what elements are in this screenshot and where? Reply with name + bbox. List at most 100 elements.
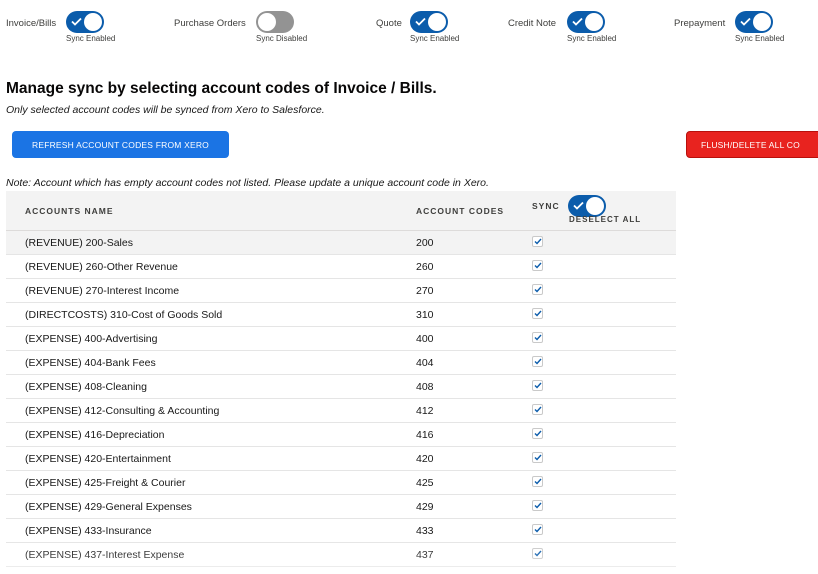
table-row: (EXPENSE) 412-Consulting & Accounting 41…	[6, 399, 676, 423]
table-row: (EXPENSE) 420-Entertainment 420	[6, 447, 676, 471]
sync-checkbox[interactable]	[532, 308, 543, 319]
checkmark-icon	[534, 286, 542, 293]
sync-checkbox[interactable]	[532, 404, 543, 415]
checkmark-icon	[534, 526, 542, 533]
sync-checkbox[interactable]	[532, 260, 543, 271]
account-code-cell: 412	[416, 405, 434, 417]
account-name-cell: (DIRECTCOSTS) 310-Cost of Goods Sold	[25, 309, 223, 321]
check-icon	[71, 17, 82, 26]
checkmark-icon	[534, 358, 542, 365]
page-title: Manage sync by selecting account codes o…	[6, 80, 437, 97]
page-subtitle: Only selected account codes will be sync…	[6, 104, 325, 116]
checkmark-icon	[534, 454, 542, 461]
account-name-cell: (EXPENSE) 404-Bank Fees	[25, 357, 156, 369]
deselect-all-link[interactable]: DESELECT ALL	[569, 215, 641, 224]
account-name-cell: (REVENUE) 200-Sales	[25, 237, 133, 249]
account-name-cell: (EXPENSE) 425-Freight & Courier	[25, 477, 186, 489]
sync-checkbox[interactable]	[532, 332, 543, 343]
checkmark-icon	[534, 334, 542, 341]
table-row: (EXPENSE) 429-General Expenses 429	[6, 495, 676, 519]
sync-status-credit-note: Sync Enabled	[567, 34, 617, 43]
credit-note-sync-toggle[interactable]	[567, 11, 605, 33]
sync-label-credit-note: Credit Note	[508, 18, 557, 29]
account-name-cell: (EXPENSE) 412-Consulting & Accounting	[25, 405, 220, 417]
account-code-cell: 400	[416, 333, 434, 345]
account-name-cell: (EXPENSE) 416-Depreciation	[25, 429, 165, 441]
sync-status-quote: Sync Enabled	[410, 34, 460, 43]
sync-toggle-bar: Invoice/Bills Sync Enabled Purchase Orde…	[0, 0, 818, 48]
column-header-sync: SYNC	[532, 201, 560, 211]
checkmark-icon	[534, 550, 542, 557]
table-row: (EXPENSE) 416-Depreciation 416	[6, 423, 676, 447]
account-name-cell: (EXPENSE) 433-Insurance	[25, 525, 152, 537]
note-text: Note: Account which has empty account co…	[6, 177, 489, 189]
table-row: (EXPENSE) 425-Freight & Courier 425	[6, 471, 676, 495]
check-icon	[573, 201, 584, 210]
checkmark-icon	[534, 382, 542, 389]
sync-checkbox[interactable]	[532, 428, 543, 439]
account-code-cell: 310	[416, 309, 434, 321]
table-row: (EXPENSE) 400-Advertising 400	[6, 327, 676, 351]
check-icon	[415, 17, 426, 26]
account-code-cell: 437	[416, 549, 434, 561]
account-name-cell: (EXPENSE) 429-General Expenses	[25, 501, 192, 513]
sync-checkbox[interactable]	[532, 500, 543, 511]
sync-status-purchase-orders: Sync Disabled	[256, 34, 308, 43]
checkmark-icon	[534, 478, 542, 485]
account-code-cell: 260	[416, 261, 434, 273]
toggle-knob	[586, 197, 604, 215]
column-header-accounts-name: ACCOUNTS NAME	[25, 206, 114, 216]
account-code-cell: 429	[416, 501, 434, 513]
checkmark-icon	[534, 262, 542, 269]
account-code-cell: 270	[416, 285, 434, 297]
column-header-account-codes: ACCOUNT CODES	[416, 206, 505, 216]
prepayment-sync-toggle[interactable]	[735, 11, 773, 33]
sync-checkbox[interactable]	[532, 524, 543, 535]
sync-label-quote: Quote	[376, 18, 402, 29]
sync-label-prepayment: Prepayment	[674, 18, 726, 29]
toggle-knob	[753, 13, 771, 31]
sync-checkbox[interactable]	[532, 548, 543, 559]
account-code-cell: 433	[416, 525, 434, 537]
checkmark-icon	[534, 406, 542, 413]
purchase-orders-sync-toggle[interactable]	[256, 11, 294, 33]
table-body: (REVENUE) 200-Sales 200 (REVENUE) 260-Ot…	[6, 231, 676, 567]
account-code-cell: 425	[416, 477, 434, 489]
sync-label-purchase-orders: Purchase Orders	[174, 18, 246, 29]
account-code-cell: 416	[416, 429, 434, 441]
sync-checkbox[interactable]	[532, 380, 543, 391]
toggle-knob	[585, 13, 603, 31]
account-name-cell: (REVENUE) 270-Interest Income	[25, 285, 180, 297]
account-name-cell: (REVENUE) 260-Other Revenue	[25, 261, 178, 273]
sync-checkbox[interactable]	[532, 476, 543, 487]
table-row: (REVENUE) 200-Sales 200	[6, 231, 676, 255]
sync-checkbox[interactable]	[532, 284, 543, 295]
table-row: (EXPENSE) 408-Cleaning 408	[6, 375, 676, 399]
flush-delete-all-button[interactable]: FLUSH/DELETE ALL CO	[686, 131, 818, 158]
account-name-cell: (EXPENSE) 437-Interest Expense	[25, 549, 185, 561]
table-row: (REVENUE) 260-Other Revenue 260	[6, 255, 676, 279]
account-name-cell: (EXPENSE) 408-Cleaning	[25, 381, 147, 393]
checkmark-icon	[534, 430, 542, 437]
account-code-cell: 404	[416, 357, 434, 369]
sync-checkbox[interactable]	[532, 452, 543, 463]
checkmark-icon	[534, 238, 542, 245]
checkmark-icon	[534, 310, 542, 317]
account-code-cell: 420	[416, 453, 434, 465]
account-name-cell: (EXPENSE) 420-Entertainment	[25, 453, 171, 465]
sync-all-toggle[interactable]	[568, 195, 606, 217]
check-icon	[740, 17, 751, 26]
toggle-knob	[84, 13, 102, 31]
sync-status-prepayment: Sync Enabled	[735, 34, 785, 43]
toggle-knob	[428, 13, 446, 31]
refresh-account-codes-button[interactable]: REFRESH ACCOUNT CODES FROM XERO	[12, 131, 229, 158]
account-name-cell: (EXPENSE) 400-Advertising	[25, 333, 158, 345]
quote-sync-toggle[interactable]	[410, 11, 448, 33]
sync-status-invoice-bills: Sync Enabled	[66, 34, 116, 43]
sync-checkbox[interactable]	[532, 236, 543, 247]
table-row: (REVENUE) 270-Interest Income 270	[6, 279, 676, 303]
sync-checkbox[interactable]	[532, 356, 543, 367]
table-row: (DIRECTCOSTS) 310-Cost of Goods Sold 310	[6, 303, 676, 327]
invoice-bills-sync-toggle[interactable]	[66, 11, 104, 33]
check-icon	[572, 17, 583, 26]
